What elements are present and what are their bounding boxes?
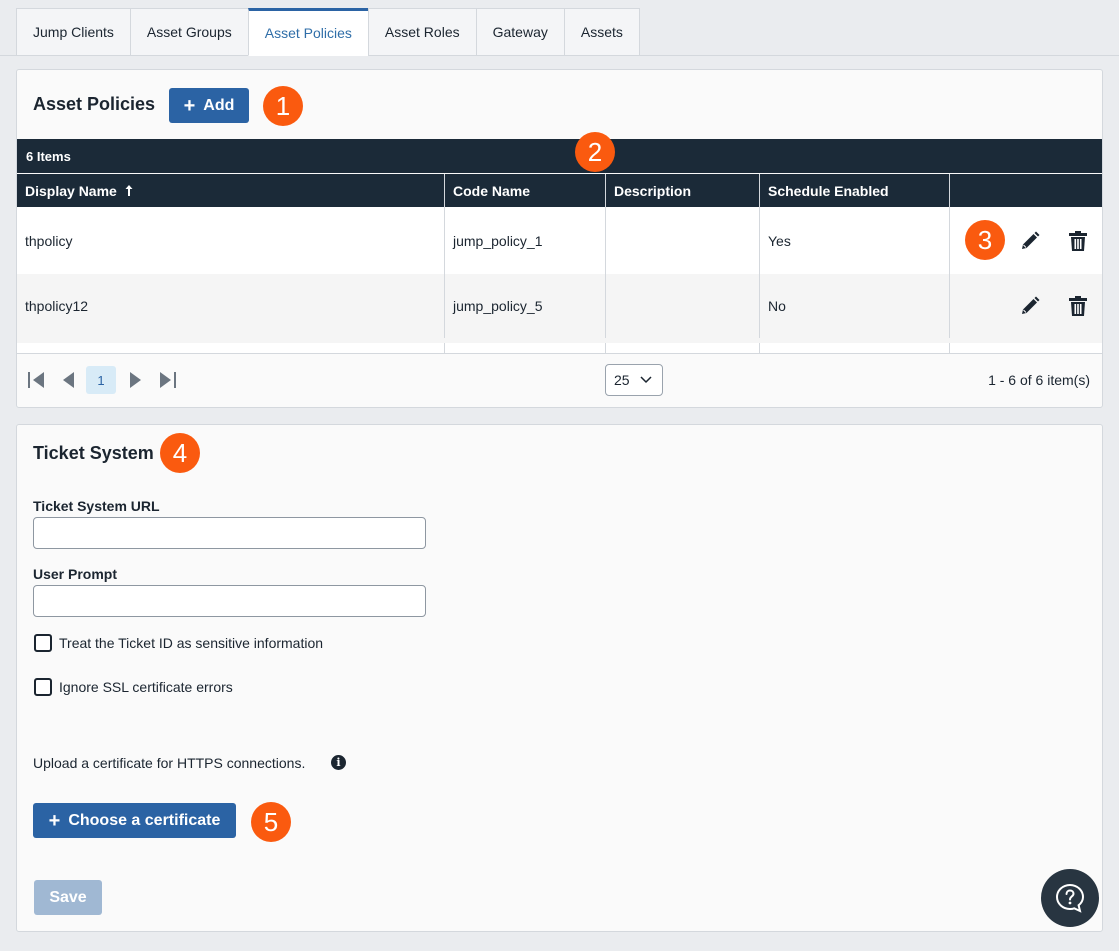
cell-code-name: jump_policy_5 [445,274,606,338]
sensitive-ticket-label: Treat the Ticket ID as sensitive informa… [59,635,324,651]
page-size-value: 25 [614,372,630,388]
help-button[interactable] [1041,869,1099,927]
choose-certificate-button[interactable]: + Choose a certificate [33,803,236,838]
cell-display-name: thpolicy12 [17,274,445,338]
user-prompt-input[interactable] [33,585,426,617]
column-header-label: Display Name [25,182,117,199]
cell-schedule-enabled: No [760,274,950,338]
column-header-code-name[interactable]: Code Name [445,174,606,207]
callout-badge-2: 2 [575,132,615,172]
ignore-ssl-checkbox[interactable] [34,678,52,696]
column-header-actions [950,174,1102,207]
column-header-label: Description [614,182,692,199]
pager-summary: 1 - 6 of 6 item(s) [988,372,1090,388]
asset-policies-panel: Asset Policies + Add 1 6 Items 2 Display… [16,69,1103,408]
choose-certificate-label: Choose a certificate [68,811,221,829]
help-icon [1055,883,1085,913]
table-row[interactable]: thpolicy12 jump_policy_5 No [17,274,1102,338]
tab-gateway[interactable]: Gateway [475,8,564,56]
page-size-select[interactable]: 25 [605,364,663,396]
delete-icon[interactable] [1065,228,1091,254]
column-header-description[interactable]: Description [606,174,760,207]
callout-badge-4: 4 [160,433,200,473]
cell-display-name: thpolicy [17,207,445,274]
first-page-icon[interactable] [23,367,49,393]
column-header-label: Code Name [453,182,531,199]
table-row[interactable]: thpolicy jump_policy_1 Yes 3 [17,207,1102,274]
add-button[interactable]: + Add [169,88,249,123]
edit-icon[interactable] [1017,228,1043,254]
cell-code-name: jump_policy_1 [445,207,606,274]
tab-asset-roles[interactable]: Asset Roles [367,8,476,56]
last-page-icon[interactable] [155,367,181,393]
pager-divider [17,353,1102,354]
tab-jump-clients[interactable]: Jump Clients [16,8,130,56]
table-header: Display Name Code Name Description Sched… [17,174,1102,207]
ignore-ssl-label: Ignore SSL certificate errors [59,679,233,695]
callout-badge-3: 3 [965,220,1005,260]
ticket-url-label: Ticket System URL [33,498,160,514]
column-header-schedule-enabled[interactable]: Schedule Enabled [760,174,950,207]
plus-icon: + [183,94,196,117]
tab-asset-policies[interactable]: Asset Policies [247,8,368,56]
column-header-label: Schedule Enabled [768,182,889,199]
cell-description [606,274,760,338]
ticket-url-input[interactable] [33,517,426,549]
arrow-up-icon [125,185,133,196]
callout-badge-1: 1 [263,86,303,126]
page-number-current[interactable]: 1 [86,366,116,394]
user-prompt-label: User Prompt [33,566,118,582]
delete-icon[interactable] [1065,293,1091,319]
next-page-icon[interactable] [123,367,149,393]
edit-icon[interactable] [1017,293,1043,319]
save-button[interactable]: Save [34,880,102,915]
callout-badge-5: 5 [251,802,291,842]
chevron-down-icon [640,376,652,384]
cell [606,343,760,353]
ticket-system-title: Ticket System [33,443,154,463]
tab-bar: Jump Clients Asset Groups Asset Policies… [16,8,640,56]
tab-assets[interactable]: Assets [563,8,640,56]
cell-schedule-enabled: Yes [760,207,950,274]
column-header-display-name[interactable]: Display Name [17,174,445,207]
upload-cert-text: Upload a certificate for HTTPS connectio… [33,755,306,771]
table-row-partial [17,338,1102,353]
asset-policies-title: Asset Policies [33,94,156,114]
items-count: 6 Items [26,148,71,164]
add-button-label: Add [203,96,235,114]
cell [17,343,445,353]
cell [445,343,606,353]
cell-description [606,207,760,274]
cell [760,343,950,353]
previous-page-icon[interactable] [55,367,81,393]
items-count-bar: 6 Items [17,139,1102,173]
sensitive-ticket-checkbox[interactable] [34,634,52,652]
plus-icon: + [48,809,61,832]
tab-asset-groups[interactable]: Asset Groups [129,8,248,56]
info-icon[interactable]: i [331,755,346,770]
ticket-system-panel: Ticket System 4 Ticket System URL User P… [16,424,1103,932]
